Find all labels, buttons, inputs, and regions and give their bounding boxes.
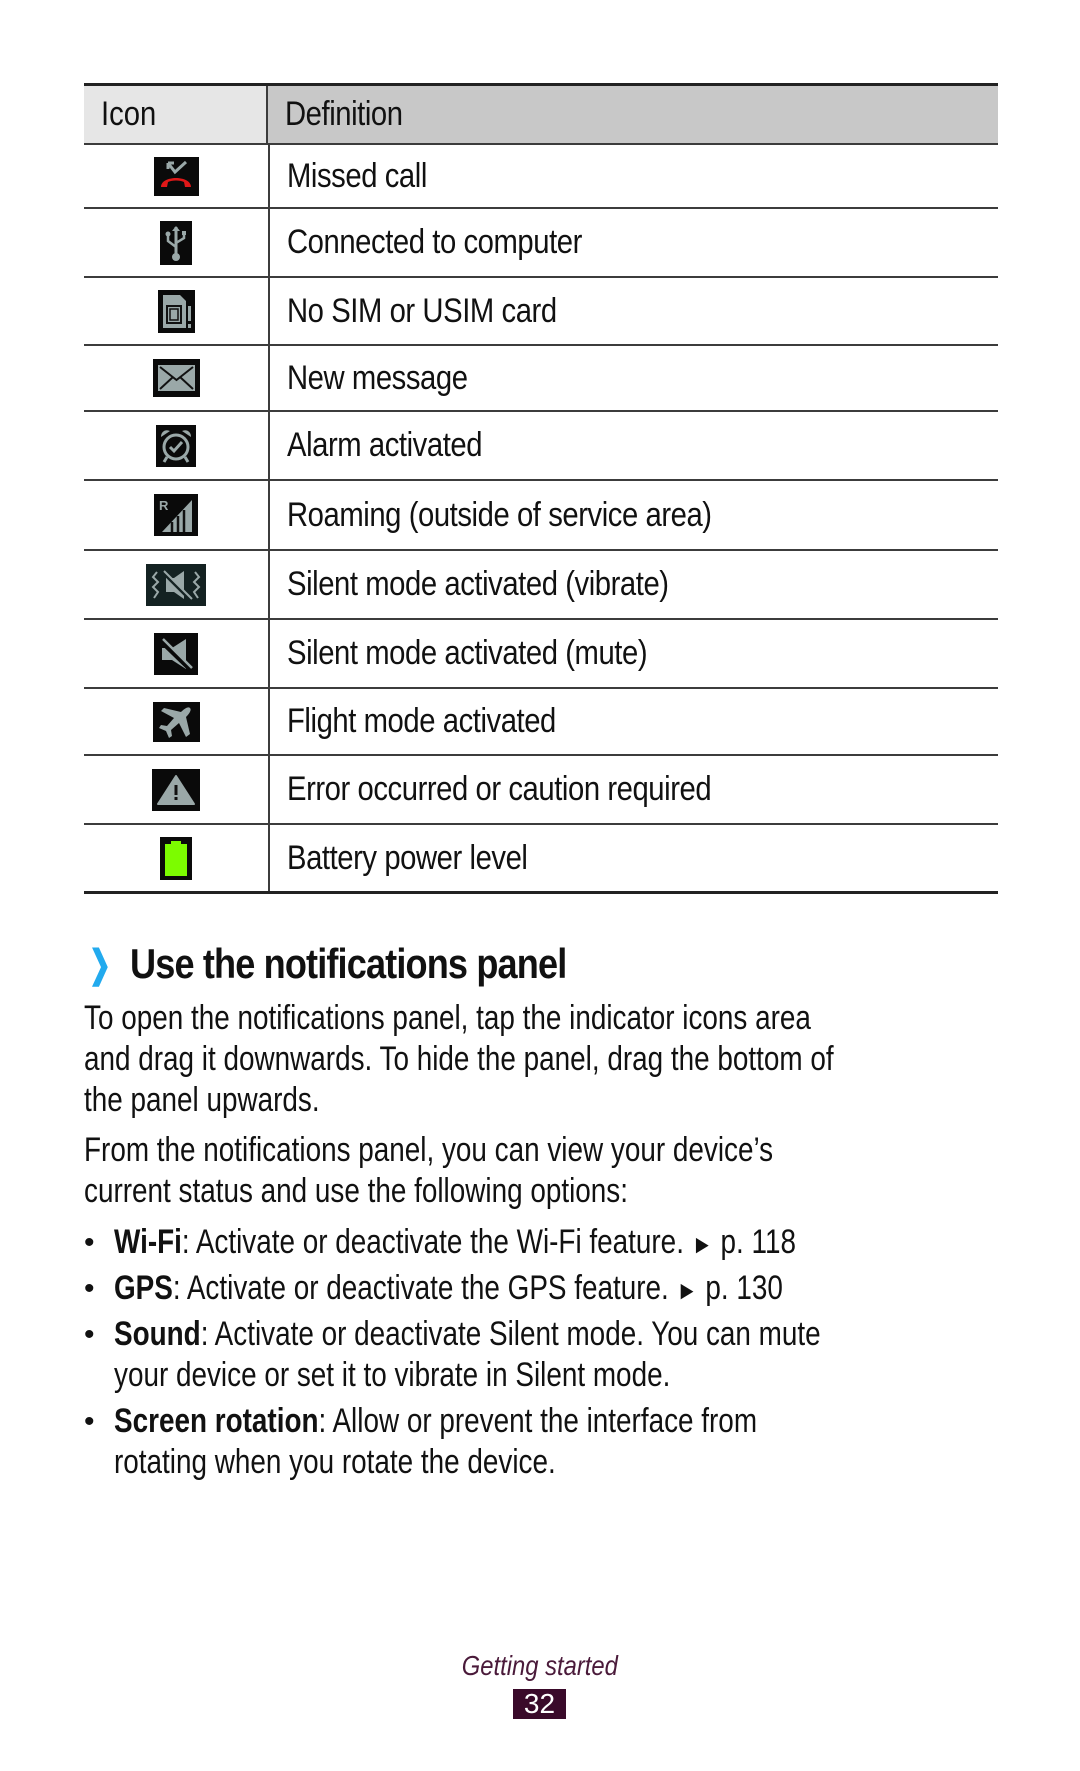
mute-icon [154, 632, 198, 675]
footer-section-label: Getting started [461, 1650, 619, 1681]
table-header-row: Icon Definition [84, 83, 998, 145]
row-definition: Error occurred or caution required [287, 770, 712, 808]
table-row: Battery power level [84, 825, 998, 894]
table-row: Silent mode activated (vibrate) [84, 551, 998, 620]
triangle-right-icon: ► [691, 1229, 713, 1259]
header-icon-cell: Icon [84, 86, 268, 143]
paragraph-line: To open the notifications panel, tap the… [84, 999, 811, 1037]
alarm-clock-icon [156, 424, 196, 467]
svg-text:R: R [159, 498, 169, 513]
table-row: Silent mode activated (mute) [84, 620, 998, 689]
bullet-text: : Allow or prevent the interface from [318, 1402, 758, 1440]
list-item-gps: • GPS: Activate or deactivate the GPS fe… [84, 1268, 1080, 1309]
icon-definition-table: Icon Definition Missed call Connected to… [84, 83, 998, 894]
airplane-icon [152, 701, 200, 742]
paragraph-line: the panel upwards. [84, 1081, 320, 1119]
row-definition: Flight mode activated [287, 702, 556, 740]
bullet-icon: • [84, 1226, 95, 1259]
table-row: Missed call [84, 145, 998, 209]
section-title: Use the notifications panel [129, 940, 567, 987]
section-heading: ❯ Use the notifications panel [84, 938, 637, 990]
bullet-icon: • [84, 1405, 95, 1438]
bullet-term: GPS [114, 1269, 173, 1307]
page-number: 32 [513, 1689, 566, 1719]
usb-icon [160, 220, 192, 265]
bullet-text: : Activate or deactivate the GPS feature… [172, 1269, 677, 1307]
missed-call-icon [153, 156, 199, 196]
row-definition: Connected to computer [287, 223, 582, 261]
table-row: New message [84, 346, 998, 412]
bullet-continuation: your device or set it to vibrate in Sile… [114, 1356, 671, 1394]
table-row: Flight mode activated [84, 689, 998, 756]
roaming-signal-icon: R [154, 494, 198, 536]
bullet-term: Wi-Fi [114, 1223, 182, 1261]
row-definition: Battery power level [287, 838, 528, 877]
paragraph-open-panel: To open the notifications panel, tap the… [84, 998, 1080, 1121]
bullet-term: Sound [114, 1315, 201, 1353]
paragraph-line: From the notifications panel, you can vi… [84, 1131, 774, 1169]
table-row: Error occurred or caution required [84, 756, 998, 825]
bullet-icon: • [84, 1318, 95, 1351]
header-icon-label: Icon [101, 95, 157, 133]
table-row: Alarm activated [84, 412, 998, 481]
list-item-wifi: • Wi-Fi: Activate or deactivate the Wi-F… [84, 1222, 1080, 1263]
page-reference: p. 118 [712, 1223, 796, 1261]
list-item-sound: • Sound: Activate or deactivate Silent m… [84, 1314, 1080, 1396]
bullet-term: Screen rotation [114, 1402, 319, 1440]
warning-icon [152, 768, 200, 811]
header-definition-label: Definition [285, 95, 403, 133]
envelope-icon [152, 359, 200, 397]
no-sim-icon [157, 289, 195, 333]
row-definition: No SIM or USIM card [287, 291, 557, 330]
row-definition: Alarm activated [287, 426, 483, 464]
options-list: • Wi-Fi: Activate or deactivate the Wi-F… [84, 1222, 1080, 1488]
header-definition-cell: Definition [268, 86, 998, 143]
page-reference: p. 130 [697, 1269, 783, 1307]
paragraph-line: current status and use the following opt… [84, 1172, 628, 1210]
bullet-text: : Activate or deactivate the Wi-Fi featu… [181, 1223, 692, 1261]
row-definition: New message [287, 358, 468, 397]
triangle-right-icon: ► [676, 1275, 698, 1305]
row-definition: Roaming (outside of service area) [287, 495, 712, 534]
paragraph-line: and drag it downwards. To hide the panel… [84, 1040, 834, 1078]
footer-section-name: Getting started [0, 1650, 1080, 1682]
bullet-continuation: rotating when you rotate the device. [114, 1443, 556, 1481]
paragraph-options-intro: From the notifications panel, you can vi… [84, 1130, 1080, 1212]
table-row: Connected to computer [84, 209, 998, 278]
list-item-screen-rotation: • Screen rotation: Allow or prevent the … [84, 1401, 1080, 1483]
table-row: R Roaming (outside of service area) [84, 481, 998, 551]
vibrate-icon [146, 563, 206, 606]
chevron-right-icon: ❯ [88, 943, 112, 986]
table-row: No SIM or USIM card [84, 278, 998, 346]
bullet-text: : Activate or deactivate Silent mode. Yo… [200, 1315, 821, 1353]
row-definition: Missed call [287, 156, 427, 195]
row-definition: Silent mode activated (vibrate) [287, 565, 669, 603]
row-definition: Silent mode activated (mute) [287, 634, 648, 672]
bullet-icon: • [84, 1272, 95, 1305]
battery-icon [160, 836, 192, 880]
